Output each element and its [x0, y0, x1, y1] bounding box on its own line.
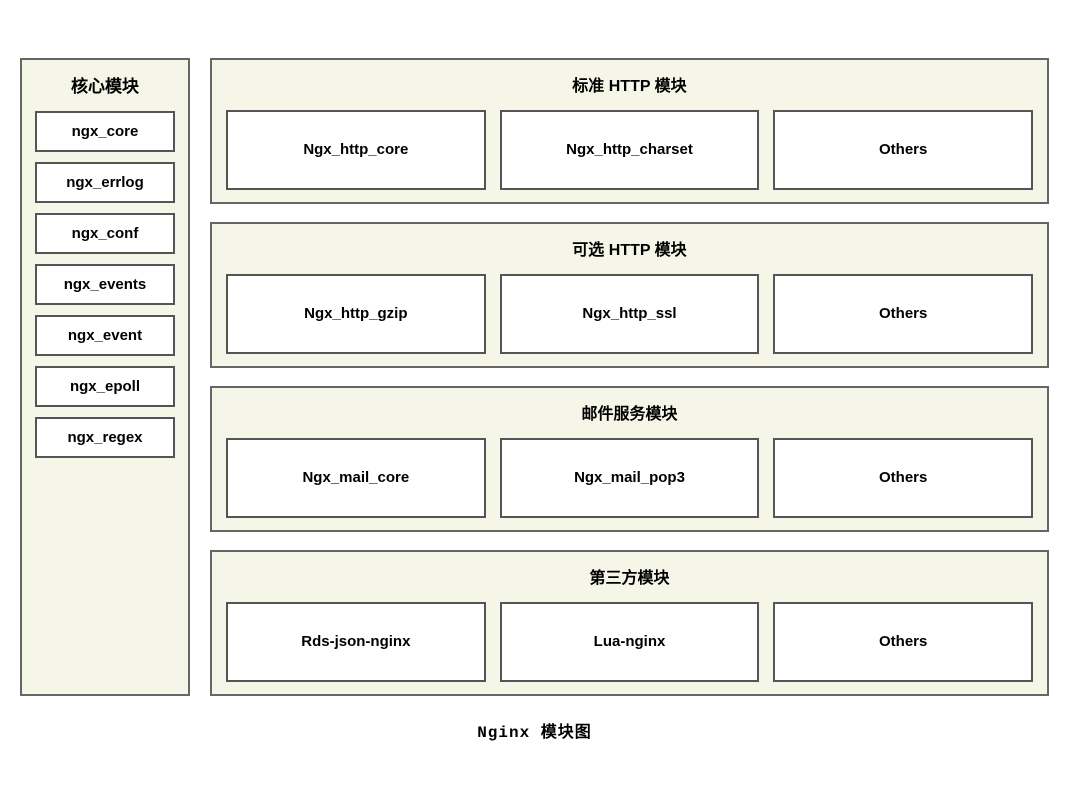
module-group-title: 可选 HTTP 模块 — [226, 236, 1033, 260]
core-module-box: ngx_errlog — [35, 162, 175, 203]
core-column-title: 核心模块 — [71, 72, 139, 97]
diagram-caption: Nginx 模块图 — [477, 718, 592, 742]
core-module-box: ngx_core — [35, 111, 175, 152]
module-group-title: 第三方模块 — [226, 564, 1033, 588]
core-module-box: ngx_conf — [35, 213, 175, 254]
module-item-box: Ngx_http_ssl — [500, 274, 760, 354]
module-group-items: Rds-json-nginxLua-nginxOthers — [226, 602, 1033, 682]
main-container: 核心模块 ngx_core ngx_errlog ngx_conf ngx_event… — [20, 58, 1049, 696]
module-item-box: Lua-nginx — [500, 602, 760, 682]
module-group: 邮件服务模块 Ngx_mail_coreNgx_mail_pop3Others — [210, 386, 1049, 532]
module-group-title: 标准 HTTP 模块 — [226, 72, 1033, 96]
module-item-box: Rds-json-nginx — [226, 602, 486, 682]
module-item-box: Others — [773, 438, 1033, 518]
core-column: 核心模块 ngx_core ngx_errlog ngx_conf ngx_event… — [20, 58, 190, 696]
module-group-items: Ngx_mail_coreNgx_mail_pop3Others — [226, 438, 1033, 518]
right-column: 标准 HTTP 模块Ngx_http_coreNgx_http_charsetO… — [210, 58, 1049, 696]
module-group-items: Ngx_http_coreNgx_http_charsetOthers — [226, 110, 1033, 190]
module-group-title: 邮件服务模块 — [226, 400, 1033, 424]
module-item-box: Ngx_mail_pop3 — [500, 438, 760, 518]
module-group-items: Ngx_http_gzipNgx_http_sslOthers — [226, 274, 1033, 354]
module-group: 标准 HTTP 模块 Ngx_http_coreNgx_http_charsetO… — [210, 58, 1049, 204]
core-module-box: ngx_epoll — [35, 366, 175, 407]
module-group: 可选 HTTP 模块 Ngx_http_gzipNgx_http_sslOther… — [210, 222, 1049, 368]
module-item-box: Ngx_http_charset — [500, 110, 760, 190]
core-module-box: ngx_event — [35, 315, 175, 356]
module-item-box: Ngx_http_gzip — [226, 274, 486, 354]
core-module-box: ngx_regex — [35, 417, 175, 458]
module-item-box: Others — [773, 274, 1033, 354]
core-module-box: ngx_events — [35, 264, 175, 305]
module-group: 第三方模块 Rds-json-nginxLua-nginxOthers — [210, 550, 1049, 696]
module-item-box: Others — [773, 602, 1033, 682]
module-item-box: Others — [773, 110, 1033, 190]
module-item-box: Ngx_mail_core — [226, 438, 486, 518]
module-item-box: Ngx_http_core — [226, 110, 486, 190]
